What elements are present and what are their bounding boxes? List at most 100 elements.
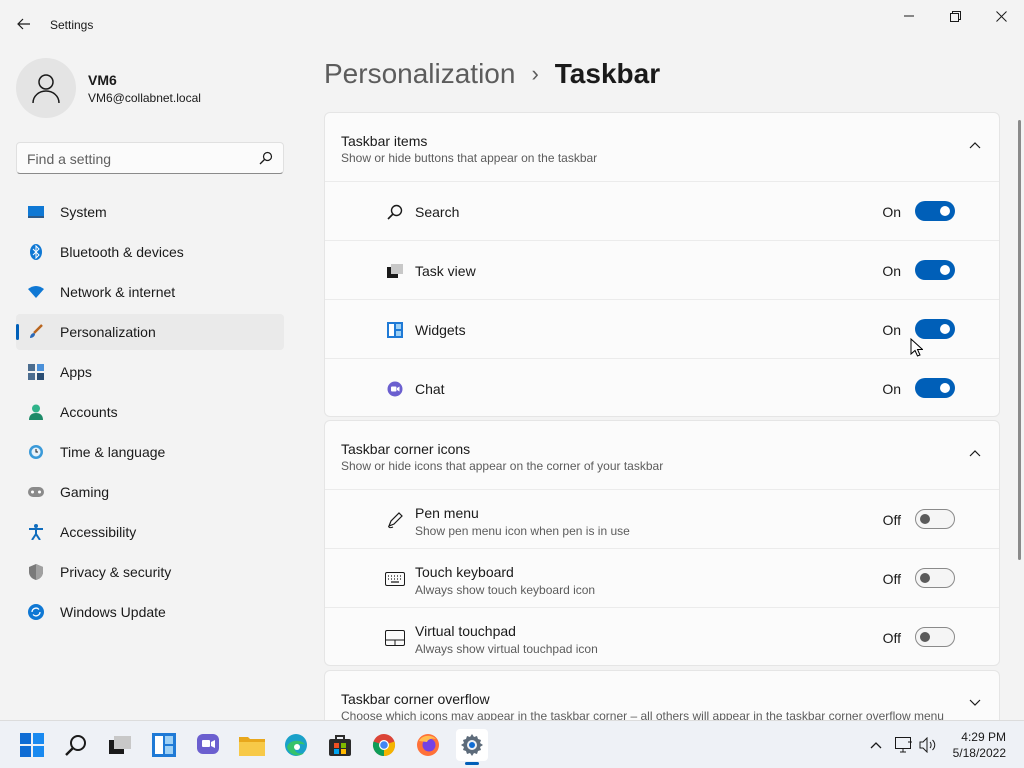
nav-label: Accounts (60, 404, 118, 420)
touchpad-icon (385, 628, 405, 648)
chrome-icon (372, 734, 396, 757)
chevron-up-icon[interactable] (969, 141, 981, 149)
widgets-button[interactable] (148, 729, 180, 761)
card-title: Taskbar items (341, 133, 428, 149)
search-icon[interactable] (259, 151, 273, 165)
keyboard-icon (385, 569, 405, 589)
setting-description: Show pen menu icon when pen is in use (415, 524, 630, 538)
network-icon (895, 737, 912, 753)
search-toggle[interactable] (915, 201, 955, 221)
pen-menu-toggle[interactable] (915, 509, 955, 529)
nav-label: System (60, 204, 107, 220)
clock-time: 4:29 PM (961, 730, 1006, 744)
chevron-down-icon[interactable] (969, 699, 981, 707)
scrollbar[interactable] (1018, 120, 1021, 560)
store-button[interactable] (324, 729, 356, 761)
card-title: Taskbar corner icons (341, 441, 471, 457)
nav-item-privacy[interactable]: Privacy & security (16, 554, 284, 590)
profile-email: VM6@collabnet.local (88, 90, 201, 105)
nav-label: Privacy & security (60, 564, 172, 580)
task-view-icon (109, 736, 131, 754)
nav-item-personalization[interactable]: Personalization (16, 314, 284, 350)
start-button[interactable] (16, 729, 48, 761)
apps-icon (28, 364, 44, 380)
page-title: Taskbar (554, 58, 661, 89)
breadcrumb: Personalization › Taskbar (324, 58, 660, 90)
task-view-toggle[interactable] (915, 260, 955, 280)
widgets-icon (385, 320, 405, 340)
chat-button[interactable] (192, 729, 224, 761)
toggle-state: On (882, 322, 901, 338)
widgets-icon (152, 733, 176, 757)
setting-row-virtual-touchpad: Virtual touchpad Always show virtual tou… (325, 607, 999, 666)
file-explorer-button[interactable] (236, 729, 268, 761)
search-input[interactable]: Find a setting (16, 142, 284, 174)
edge-button[interactable] (280, 729, 312, 761)
task-view-button[interactable] (104, 729, 136, 761)
virtual-touchpad-toggle[interactable] (915, 627, 955, 647)
minimize-icon (904, 15, 914, 17)
minimize-button[interactable] (886, 0, 932, 32)
restore-icon (949, 10, 961, 22)
avatar[interactable] (16, 58, 76, 118)
clock[interactable]: 4:29 PM 5/18/2022 (953, 729, 1006, 761)
settings-taskbar-button[interactable] (456, 729, 488, 765)
toggle-state: Off (882, 512, 901, 528)
back-button[interactable] (12, 12, 36, 36)
accounts-icon (28, 404, 44, 420)
taskbar-search-button[interactable] (60, 729, 92, 761)
breadcrumb-parent[interactable]: Personalization (324, 58, 515, 90)
toggle-state: On (882, 204, 901, 220)
windows-logo-icon (20, 733, 44, 757)
corner-icons-header[interactable]: Taskbar corner icons Show or hide icons … (325, 421, 999, 489)
close-button[interactable] (978, 0, 1024, 32)
shield-icon (28, 564, 44, 580)
chat-toggle[interactable] (915, 378, 955, 398)
chrome-button[interactable] (368, 729, 400, 761)
setting-description: Always show virtual touchpad icon (415, 642, 598, 656)
task-view-icon (385, 261, 405, 281)
nav-item-windows-update[interactable]: Windows Update (16, 594, 284, 630)
firefox-button[interactable] (412, 729, 444, 761)
main-content: Personalization › Taskbar Taskbar items … (324, 48, 1000, 720)
setting-label: Widgets (415, 322, 466, 338)
nav-item-system[interactable]: System (16, 194, 284, 230)
toggle-state: Off (882, 571, 901, 587)
widgets-toggle[interactable] (915, 319, 955, 339)
nav-item-bluetooth[interactable]: Bluetooth & devices (16, 234, 284, 270)
corner-icons-card: Taskbar corner icons Show or hide icons … (324, 420, 1000, 666)
nav-label: Bluetooth & devices (60, 244, 184, 260)
title-bar: Settings (0, 0, 1024, 48)
clock-date: 5/18/2022 (952, 746, 1006, 760)
search-icon (65, 735, 86, 756)
chevron-up-icon[interactable] (969, 449, 981, 457)
taskbar-items-header[interactable]: Taskbar items Show or hide buttons that … (325, 113, 999, 181)
brush-icon (28, 324, 44, 340)
nav-item-accounts[interactable]: Accounts (16, 394, 284, 430)
accessibility-icon (28, 524, 44, 540)
restore-button[interactable] (932, 0, 978, 32)
chat-icon (385, 379, 405, 399)
nav-item-gaming[interactable]: Gaming (16, 474, 284, 510)
system-icon (28, 204, 44, 220)
corner-overflow-header[interactable]: Taskbar corner overflow Choose which ico… (325, 671, 999, 720)
show-hidden-icons-button[interactable] (866, 735, 886, 755)
gear-icon (461, 734, 483, 756)
nav-item-network[interactable]: Network & internet (16, 274, 284, 310)
nav-item-time-language[interactable]: Time & language (16, 434, 284, 470)
touch-keyboard-toggle[interactable] (915, 568, 955, 588)
nav-item-accessibility[interactable]: Accessibility (16, 514, 284, 550)
toggle-state: On (882, 381, 901, 397)
pen-icon (385, 510, 405, 530)
user-profile[interactable]: VM6 VM6@collabnet.local (16, 58, 201, 118)
corner-overflow-card[interactable]: Taskbar corner overflow Choose which ico… (324, 670, 1000, 720)
chevron-right-icon: › (531, 61, 539, 86)
volume-tray-button[interactable] (918, 735, 938, 755)
nav-item-apps[interactable]: Apps (16, 354, 284, 390)
network-tray-button[interactable] (894, 735, 914, 755)
clock-icon (28, 444, 44, 460)
taskbar-items-card: Taskbar items Show or hide buttons that … (324, 112, 1000, 417)
setting-row-touch-keyboard: Touch keyboard Always show touch keyboar… (325, 548, 999, 607)
store-icon (329, 735, 351, 756)
card-subtitle: Show or hide icons that appear on the co… (341, 459, 664, 473)
